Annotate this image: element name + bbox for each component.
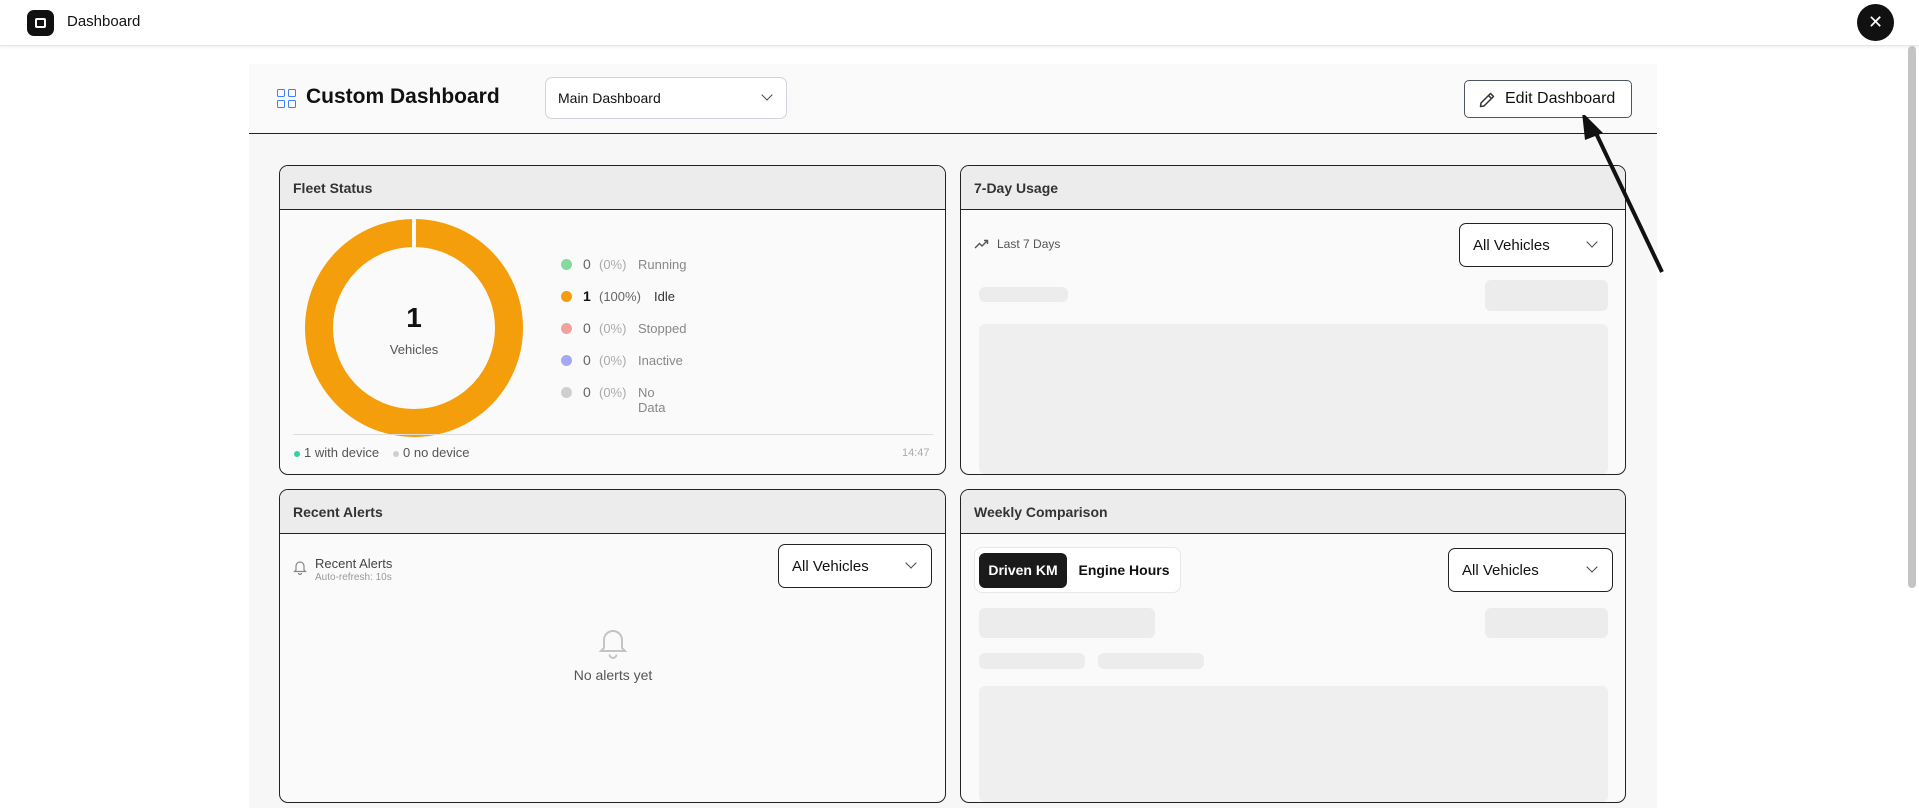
edit-dashboard-label: Edit Dashboard (1505, 90, 1616, 107)
alerts-vehicle-select[interactable]: All Vehicles (778, 544, 932, 588)
tab-engine-hours[interactable]: Engine Hours (1071, 553, 1177, 588)
skeleton-placeholder (979, 608, 1155, 638)
dashboard-select[interactable]: Main Dashboard (545, 77, 787, 119)
status-dot (561, 387, 572, 398)
empty-state-text: No alerts yet (573, 667, 653, 683)
grid-icon (277, 89, 296, 108)
skeleton-placeholder (1485, 608, 1608, 638)
chevron-down-icon (905, 557, 917, 569)
chevron-down-icon (1586, 561, 1598, 573)
skeleton-chart-placeholder (979, 686, 1608, 802)
dashboard-main: Custom Dashboard Main Dashboard Edit Das… (249, 64, 1657, 808)
status-percent: (0%) (599, 257, 627, 272)
vehicle-select-value: All Vehicles (1462, 562, 1539, 579)
card-header: Recent Alerts (280, 490, 945, 534)
page-title: Custom Dashboard (306, 85, 500, 108)
period-label: Last 7 Days (997, 237, 1061, 251)
trending-up-icon (974, 239, 989, 249)
weekly-vehicle-select[interactable]: All Vehicles (1448, 548, 1613, 592)
tab-driven-km[interactable]: Driven KM (979, 553, 1067, 588)
status-percent: (0%) (599, 385, 627, 400)
status-count: 0 (583, 256, 591, 272)
skeleton-placeholder (979, 653, 1085, 669)
card-title: Fleet Status (293, 180, 373, 196)
status-dot (561, 355, 572, 366)
status-dot (561, 323, 572, 334)
vehicle-select-value: All Vehicles (1473, 237, 1550, 254)
status-label: Running (638, 257, 687, 272)
weekly-comparison-card: Weekly Comparison Driven KM Engine Hours… (960, 489, 1626, 803)
alerts-inner-title: Recent Alerts (315, 556, 393, 571)
status-label: Idle (654, 289, 675, 304)
dashboard-header: Custom Dashboard Main Dashboard Edit Das… (249, 64, 1657, 134)
card-header: Weekly Comparison (961, 490, 1625, 534)
status-percent: (0%) (599, 353, 627, 368)
status-label: Inactive (638, 353, 683, 368)
status-count: 1 (583, 288, 591, 304)
divider (293, 434, 933, 435)
dashboard-select-value: Main Dashboard (558, 90, 661, 106)
top-bar: Dashboard ✕ (0, 0, 1919, 46)
status-count: 0 (583, 384, 591, 400)
skeleton-placeholder (979, 287, 1068, 302)
fleet-total-label: Vehicles (389, 342, 439, 357)
seven-day-usage-card: 7-Day Usage Last 7 Days All Vehicles (960, 165, 1626, 475)
close-button[interactable]: ✕ (1857, 4, 1894, 41)
status-dot (561, 291, 572, 302)
bell-icon (293, 561, 307, 575)
edit-dashboard-button[interactable]: Edit Dashboard (1464, 80, 1632, 118)
card-title: 7-Day Usage (974, 180, 1059, 196)
last-updated-time: 14:47 (902, 447, 930, 459)
fleet-total: 1 (406, 302, 422, 333)
card-header: 7-Day Usage (961, 166, 1625, 210)
bell-empty-icon (598, 630, 628, 659)
with-device-dot (294, 451, 300, 457)
status-dot (561, 259, 572, 270)
skeleton-placeholder (1098, 653, 1204, 669)
card-title: Weekly Comparison (974, 504, 1108, 520)
scrollbar[interactable] (1908, 46, 1916, 588)
annotation-arrow (1582, 115, 1664, 273)
auto-refresh-label: Auto-refresh: 10s (315, 572, 392, 583)
card-header: Fleet Status (280, 166, 945, 210)
status-percent: (100%) (599, 289, 641, 304)
status-percent: (0%) (599, 321, 627, 336)
status-count: 0 (583, 352, 591, 368)
status-count: 0 (583, 320, 591, 336)
skeleton-placeholder (1485, 280, 1608, 311)
skeleton-chart-placeholder (979, 324, 1608, 474)
with-device-count: 1 with device (304, 445, 380, 460)
chevron-down-icon (761, 89, 773, 101)
status-label: No Data (638, 385, 666, 415)
status-label: Stopped (638, 321, 687, 336)
no-device-count: 0 no device (403, 445, 470, 460)
app-title: Dashboard (67, 13, 141, 30)
recent-alerts-card: Recent Alerts Recent Alerts Auto-refresh… (279, 489, 946, 803)
vehicle-select-value: All Vehicles (792, 558, 869, 575)
fleet-status-card: Fleet Status 1 Vehicles 0 (0%) Running 1… (279, 165, 946, 475)
metric-toggle: Driven KM Engine Hours (974, 547, 1181, 593)
pencil-icon (1479, 92, 1495, 108)
no-device-dot (393, 451, 399, 457)
card-title: Recent Alerts (293, 504, 383, 520)
app-logo-icon (27, 10, 54, 36)
